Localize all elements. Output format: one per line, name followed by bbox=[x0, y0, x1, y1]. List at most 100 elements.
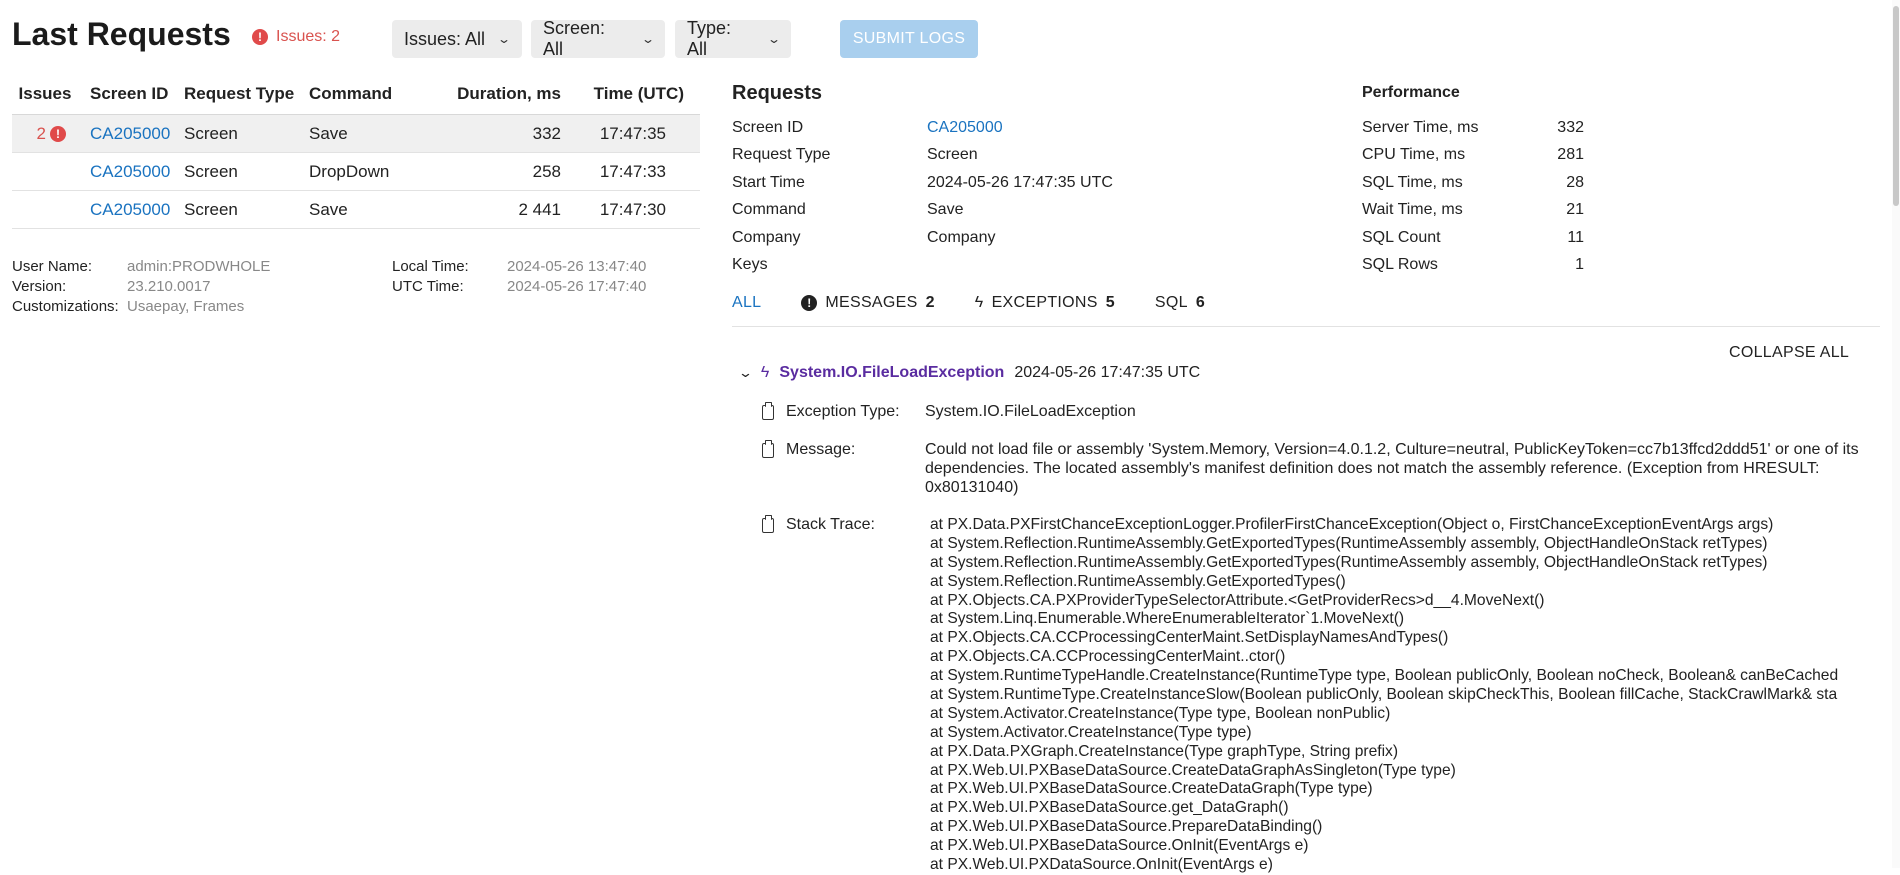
detail-label: Command bbox=[732, 201, 806, 219]
screen-id-link[interactable]: CA205000 bbox=[78, 162, 184, 182]
alert-icon: ! bbox=[801, 295, 818, 311]
stack-line: at PX.Objects.CA.PXProviderTypeSelectorA… bbox=[930, 591, 1545, 609]
tab-messages[interactable]: ! MESSAGES 2 bbox=[801, 294, 934, 312]
tab-label: ALL bbox=[732, 294, 762, 311]
detail-value: Save bbox=[927, 201, 964, 219]
stack-line: at System.Activator.CreateInstance(Type … bbox=[930, 723, 1252, 741]
copy-icon[interactable] bbox=[762, 514, 774, 533]
table-row[interactable]: CA205000 Screen DropDown 258 17:47:33 bbox=[12, 153, 700, 191]
utc-time-label: UTC Time: bbox=[392, 278, 464, 295]
column-header-screen-id[interactable]: Screen ID bbox=[78, 84, 184, 104]
scrollbar-thumb[interactable] bbox=[1893, 6, 1899, 206]
detail-label: Screen ID bbox=[732, 119, 804, 136]
perf-label: Server Time, ms bbox=[1362, 119, 1479, 136]
perf-label: SQL Rows bbox=[1362, 255, 1438, 273]
chevron-down-icon: ⌄ bbox=[640, 32, 656, 46]
screen-id-link[interactable]: CA205000 bbox=[78, 200, 184, 220]
performance-fields: Server Time, ms 332 CPU Time, ms 281 SQL… bbox=[1362, 114, 1584, 278]
perf-row-wait-time: Wait Time, ms 21 bbox=[1362, 196, 1584, 223]
column-header-time[interactable]: Time (UTC) bbox=[561, 84, 698, 104]
performance-section-title: Performance bbox=[1362, 84, 1460, 101]
exception-message: Could not load file or assembly 'System.… bbox=[925, 440, 1880, 497]
message-line: dependencies. The located assembly's man… bbox=[925, 460, 1820, 477]
detail-label: Request Type bbox=[732, 146, 831, 164]
detail-row-command: Command Save bbox=[732, 196, 1232, 223]
column-header-issues[interactable]: Issues bbox=[12, 84, 78, 104]
customizations-value: Usaepay, Frames bbox=[127, 298, 245, 315]
exception-time: 2024-05-26 17:47:35 UTC bbox=[1014, 364, 1201, 381]
stack-line: at System.Linq.Enumerable.WhereEnumerabl… bbox=[930, 610, 1405, 628]
message-line: 0x80131040) bbox=[925, 479, 1019, 496]
issues-filter-dropdown[interactable]: Issues: All ⌄ bbox=[392, 20, 522, 58]
collapse-all-button[interactable]: COLLAPSE ALL bbox=[1729, 344, 1849, 362]
detail-row-start-time: Start Time 2024-05-26 17:47:35 UTC bbox=[732, 169, 1232, 196]
detail-row-screen-id: Screen ID CA205000 bbox=[732, 114, 1232, 141]
column-header-command[interactable]: Command bbox=[309, 84, 439, 104]
issues-count-label: Issues: 2 bbox=[276, 28, 341, 45]
message-label-text: Message: bbox=[786, 441, 856, 458]
column-header-request-type[interactable]: Request Type bbox=[184, 84, 309, 104]
detail-value: Screen bbox=[927, 146, 978, 164]
submit-logs-button[interactable]: SUBMIT LOGS bbox=[840, 20, 978, 58]
version-value: 23.210.0017 bbox=[127, 278, 211, 295]
screen-filter-dropdown[interactable]: Screen: All ⌄ bbox=[531, 18, 665, 59]
copy-icon[interactable] bbox=[762, 401, 774, 420]
perf-value: 1 bbox=[1575, 255, 1584, 273]
perf-value: 332 bbox=[1557, 119, 1584, 136]
tab-label: MESSAGES bbox=[825, 294, 918, 311]
perf-label: SQL Time, ms bbox=[1362, 173, 1463, 191]
issues-count-badge[interactable]: ! Issues: 2 bbox=[252, 28, 340, 46]
stack-trace: at PX.Data.PXFirstChanceExceptionLogger.… bbox=[930, 516, 1880, 875]
detail-row-request-type: Request Type Screen bbox=[732, 141, 1232, 168]
table-row[interactable]: CA205000 Screen Save 2 441 17:47:30 bbox=[12, 191, 700, 229]
detail-screen-id-link[interactable]: CA205000 bbox=[927, 114, 1003, 141]
detail-label: Keys bbox=[732, 255, 768, 273]
tab-count: 5 bbox=[1105, 294, 1115, 311]
copy-icon[interactable] bbox=[762, 439, 774, 458]
tab-label: EXCEPTIONS bbox=[991, 294, 1098, 311]
row-request-type: Screen bbox=[184, 161, 238, 181]
stack-line: at System.RuntimeTypeHandle.CreateInstan… bbox=[930, 667, 1839, 685]
stack-line: at PX.Web.UI.PXBaseDataSource.OnInit(Eve… bbox=[930, 837, 1309, 855]
stack-line: at PX.Web.UI.PXBaseDataSource.PrepareDat… bbox=[930, 818, 1323, 836]
row-time: 17:47:35 bbox=[599, 123, 666, 143]
stack-line: at PX.Web.UI.PXBaseDataSource.CreateData… bbox=[930, 761, 1456, 779]
type-filter-label: Type: All bbox=[687, 18, 732, 59]
chevron-down-icon[interactable]: ⌄ bbox=[738, 365, 753, 381]
stack-line: at PX.Web.UI.PXBaseDataSource.CreateData… bbox=[930, 780, 1373, 798]
requests-section-title: Requests bbox=[732, 82, 823, 104]
local-time-label: Local Time: bbox=[392, 258, 469, 275]
issues-filter-label: Issues: All bbox=[404, 28, 486, 49]
perf-label: CPU Time, ms bbox=[1362, 146, 1466, 164]
detail-value: 2024-05-26 17:47:35 UTC bbox=[927, 173, 1113, 191]
perf-value: 11 bbox=[1567, 228, 1584, 246]
stack-line: at PX.Objects.CA.CCProcessingCenterMaint… bbox=[930, 629, 1449, 647]
perf-value: 21 bbox=[1566, 201, 1584, 219]
exception-header[interactable]: ⌄ ϟ System.IO.FileLoadException 2024-05-… bbox=[738, 364, 1201, 382]
detail-value: Company bbox=[927, 228, 996, 246]
row-command: Save bbox=[309, 199, 348, 219]
column-header-duration[interactable]: Duration, ms bbox=[439, 84, 561, 104]
row-issues-cell: 2 ! bbox=[12, 124, 78, 144]
stack-line: at PX.Web.UI.PXBaseDataSource.get_DataGr… bbox=[930, 799, 1289, 817]
stack-trace-label-text: Stack Trace: bbox=[786, 516, 875, 533]
type-filter-dropdown[interactable]: Type: All ⌄ bbox=[675, 18, 791, 59]
exception-name: System.IO.FileLoadException bbox=[779, 364, 1005, 381]
customizations-label: Customizations: bbox=[12, 298, 119, 315]
screen-id-link[interactable]: CA205000 bbox=[78, 124, 184, 144]
tab-count: 6 bbox=[1195, 294, 1206, 311]
row-request-type: Screen bbox=[184, 123, 238, 143]
page-title: Last Requests bbox=[12, 16, 231, 52]
perf-row-sql-rows: SQL Rows 1 bbox=[1362, 251, 1584, 278]
request-detail-fields: Screen ID CA205000 Request Type Screen S… bbox=[732, 114, 1232, 278]
detail-label: Start Time bbox=[732, 173, 805, 191]
perf-row-server-time: Server Time, ms 332 bbox=[1362, 114, 1584, 141]
tab-exceptions[interactable]: ϟ EXCEPTIONS 5 bbox=[975, 294, 1115, 312]
utc-time-value: 2024-05-26 17:47:40 bbox=[507, 278, 647, 295]
user-name-value: admin:PRODWHOLE bbox=[127, 258, 271, 275]
tab-all[interactable]: ALL bbox=[732, 294, 761, 312]
table-row[interactable]: 2 ! CA205000 Screen Save 332 17:47:35 bbox=[12, 114, 700, 153]
row-duration: 332 bbox=[532, 123, 561, 143]
tab-sql[interactable]: SQL 6 bbox=[1155, 294, 1205, 312]
stack-line: at System.RuntimeType.CreateInstanceSlow… bbox=[930, 686, 1838, 704]
